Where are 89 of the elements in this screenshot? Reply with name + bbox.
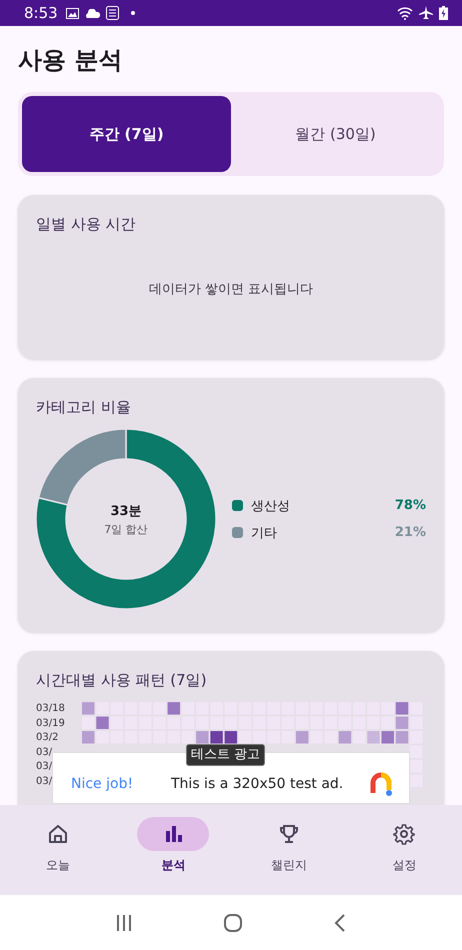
ad-headline: Nice job! [71, 776, 134, 792]
heatmap-cell [296, 731, 308, 744]
legend-percent: 78% [394, 498, 426, 513]
legend-percent: 21% [394, 525, 426, 540]
heatmap-cell [324, 716, 337, 730]
heatmap-cell [82, 731, 94, 744]
heatmap-cell [82, 716, 94, 730]
heatmap-cell [224, 731, 237, 744]
heatmap-cell [282, 716, 294, 730]
nav-item[interactable]: 챌린지 [231, 805, 346, 895]
home-button-icon[interactable] [223, 912, 243, 932]
period-tab[interactable]: 주간 (7일) [22, 96, 231, 172]
heatmap-cell [196, 716, 208, 730]
heatmap-cell [352, 716, 366, 730]
heatmap-cell [396, 702, 408, 715]
heatmap-cell [381, 716, 394, 730]
page-title: 사용 분석 [18, 45, 124, 76]
back-icon[interactable] [333, 912, 347, 932]
heatmap-cell [367, 731, 380, 744]
total-caption: 7일 합산 [104, 522, 148, 536]
heatmap-cell [110, 716, 123, 730]
heatmap-cell [210, 716, 223, 730]
period-tab[interactable]: 월간 (30일) [231, 96, 440, 172]
heatmap-cell [381, 731, 394, 744]
legend-label: 기타 [251, 524, 278, 542]
heatmap-cell [96, 702, 109, 715]
heatmap-cell [410, 731, 422, 744]
nav-item[interactable]: 오늘 [0, 805, 116, 895]
date-label: 03/18 [36, 702, 66, 716]
heatmap-cell [153, 702, 166, 715]
total-time: 33분 [110, 502, 142, 520]
notification-dot [130, 11, 135, 15]
heatmap-cell [82, 702, 94, 715]
nav-item[interactable]: 분석 [116, 805, 231, 895]
settings-icon [393, 823, 416, 845]
empty-message: 데이터가 쌓이면 표시됩니다 [148, 281, 314, 298]
nav-item[interactable]: 설정 [346, 805, 462, 895]
heatmap-cell [410, 760, 422, 772]
heatmap-cell [167, 716, 180, 730]
heatmap-cell [238, 716, 252, 730]
heatmap-cell [96, 716, 109, 730]
heatmap-cell [352, 731, 366, 744]
recent-apps-icon[interactable] [115, 914, 133, 932]
card-title: 카테고리 비율 [36, 398, 132, 417]
heatmap-cell [210, 731, 223, 744]
date-label: 03/19 [36, 716, 66, 730]
ad-text: This is a 320x50 test ad. [171, 776, 344, 792]
heatmap-cell [324, 731, 337, 744]
date-label: 03/2 [36, 731, 60, 745]
battery-icon [439, 6, 448, 20]
wifi-icon [397, 6, 413, 20]
heatmap-cell [224, 716, 237, 730]
heatmap-cell [196, 731, 208, 744]
card-title: 일별 사용 시간 [36, 215, 137, 234]
airplane-icon [419, 6, 433, 20]
legend-label: 생산성 [251, 498, 291, 514]
date-label: 03/ [36, 760, 54, 774]
heatmap-cell [410, 746, 422, 758]
heatmap-cell [182, 716, 194, 730]
cloud-icon [84, 8, 100, 18]
heatmap-cell [367, 716, 380, 730]
heatmap-cell [167, 702, 180, 715]
heatmap-cell [310, 716, 323, 730]
ad-tag: 테스트 광고 [186, 744, 266, 766]
image-icon [66, 8, 79, 18]
heatmap-cell [182, 731, 194, 744]
heatmap-cell [338, 731, 352, 744]
heatmap-cell [238, 731, 252, 744]
calendar-icon [106, 6, 119, 20]
heatmap-cell [110, 702, 123, 715]
card-title: 시간대별 사용 패턴 (7일) [36, 671, 208, 690]
heatmap-cell [381, 702, 394, 715]
heatmap-cell [296, 716, 308, 730]
home-icon [46, 823, 69, 845]
heatmap-cell [282, 731, 294, 744]
heatmap-cell [396, 716, 408, 730]
clock: 8:53 [24, 4, 58, 22]
trophy-icon [278, 823, 300, 845]
heatmap-cell [253, 731, 266, 744]
date-label: 03/ [36, 746, 54, 760]
heatmap-cell [338, 716, 352, 730]
heatmap-cell [410, 774, 422, 787]
heatmap-cell [310, 731, 323, 744]
heatmap-cell [96, 731, 109, 744]
heatmap-cell [182, 702, 194, 715]
heatmap-cell [410, 702, 422, 715]
date-label: 03/ [36, 774, 54, 788]
heatmap-cell [396, 731, 408, 744]
heatmap-cell [410, 716, 422, 730]
